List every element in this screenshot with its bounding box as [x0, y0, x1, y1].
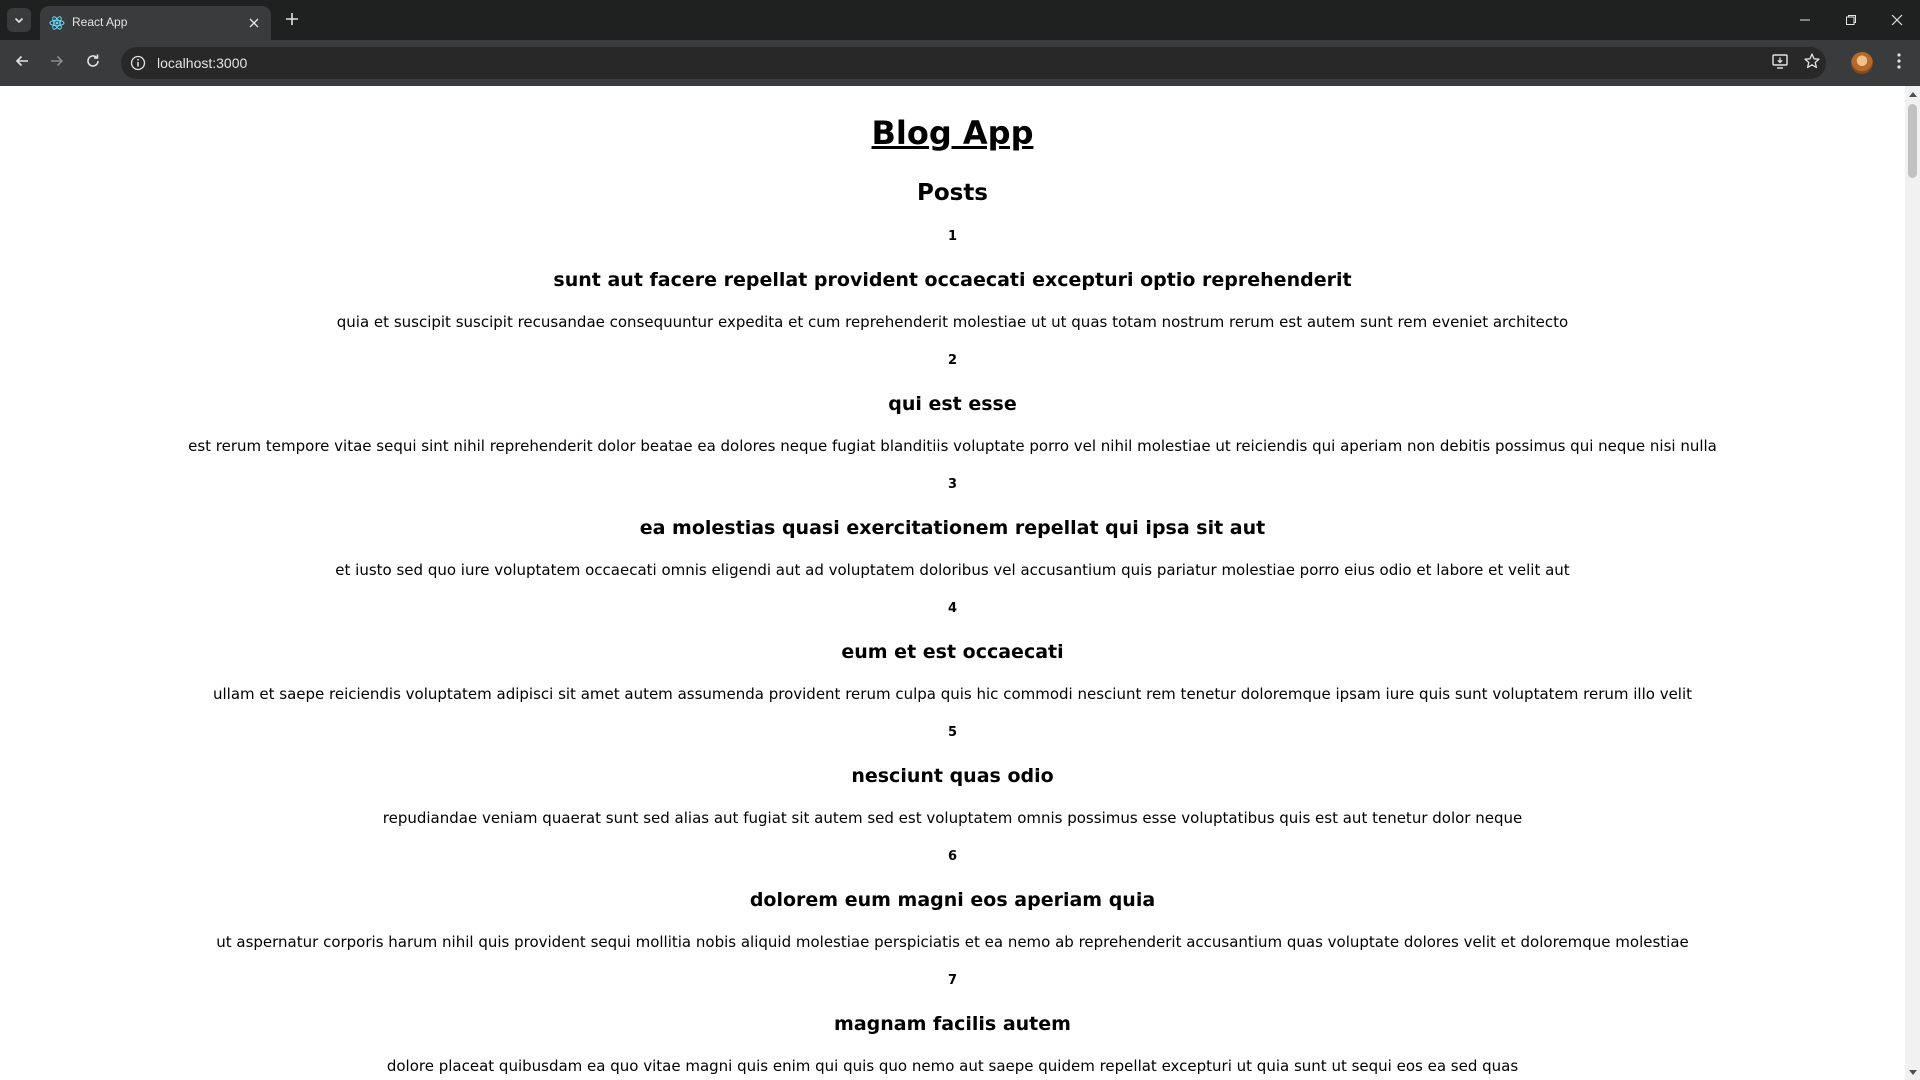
scroll-down-arrow-icon[interactable]: [1905, 1065, 1920, 1080]
reload-button[interactable]: [79, 49, 107, 77]
arrow-left-icon: [14, 53, 30, 73]
star-icon: [1803, 52, 1821, 74]
post-item: 3 ea molestias quasi exercitationem repe…: [0, 476, 1905, 580]
bookmark-button[interactable]: [1798, 49, 1826, 77]
site-info-icon[interactable]: [129, 54, 147, 72]
post-body: est rerum tempore vitae sequi sint nihil…: [188, 437, 1717, 455]
more-vertical-icon: [1896, 52, 1902, 74]
post-body: ut aspernatur corporis harum nihil quis …: [216, 933, 1689, 951]
browser-tab-strip: React App: [0, 0, 1920, 40]
app-title: Blog App: [871, 114, 1034, 152]
post-item: 6 dolorem eum magni eos aperiam quia ut …: [0, 848, 1905, 952]
post-id: 7: [947, 973, 958, 988]
post-id: 5: [947, 725, 958, 740]
post-id: 2: [947, 353, 958, 368]
blog-app-root: Blog App Posts 1 sunt aut facere repella…: [0, 114, 1905, 1076]
page-scrollbar[interactable]: [1905, 86, 1920, 1080]
react-logo-icon: [49, 15, 65, 31]
close-icon: [1891, 11, 1903, 30]
scrollbar-thumb[interactable]: [1908, 104, 1917, 178]
install-app-icon: [1771, 52, 1789, 74]
minimize-window-button[interactable]: [1782, 0, 1828, 40]
back-button[interactable]: [8, 49, 36, 77]
post-title: ea molestias quasi exercitationem repell…: [639, 517, 1266, 539]
post-id: 1: [947, 229, 958, 244]
post-title: nesciunt quas odio: [851, 765, 1054, 787]
page-viewport: Blog App Posts 1 sunt aut facere repella…: [0, 86, 1905, 1080]
restore-window-button[interactable]: [1828, 0, 1874, 40]
tab-search-button[interactable]: [7, 8, 31, 32]
arrow-right-icon: [49, 53, 65, 73]
install-app-button[interactable]: [1766, 49, 1794, 77]
forward-button[interactable]: [43, 49, 71, 77]
chevron-down-icon: [13, 11, 25, 30]
post-title: sunt aut facere repellat provident occae…: [553, 269, 1352, 291]
post-id: 6: [947, 849, 958, 864]
close-tab-icon[interactable]: [245, 14, 263, 32]
url-text[interactable]: localhost:3000: [157, 55, 247, 71]
post-body: et iusto sed quo iure voluptatem occaeca…: [335, 561, 1570, 579]
post-title: dolorem eum magni eos aperiam quia: [749, 889, 1156, 911]
post-body: ullam et saepe reiciendis voluptatem adi…: [212, 685, 1693, 703]
restore-icon: [1845, 11, 1857, 30]
post-title: qui est esse: [888, 393, 1017, 415]
post-title: eum et est occaecati: [841, 641, 1064, 663]
profile-avatar[interactable]: [1851, 52, 1873, 74]
browser-toolbar: localhost:3000: [0, 40, 1920, 86]
reload-icon: [85, 53, 101, 73]
posts-heading: Posts: [916, 180, 989, 206]
post-body: quia et suscipit suscipit recusandae con…: [336, 313, 1569, 331]
minimize-icon: [1799, 11, 1811, 30]
post-item: 7 magnam facilis autem dolore placeat qu…: [0, 972, 1905, 1076]
post-item: 4 eum et est occaecati ullam et saepe re…: [0, 600, 1905, 704]
post-item: 2 qui est esse est rerum tempore vitae s…: [0, 352, 1905, 456]
post-body: dolore placeat quibusdam ea quo vitae ma…: [386, 1057, 1519, 1075]
post-title: magnam facilis autem: [834, 1013, 1071, 1035]
post-id: 4: [947, 601, 958, 616]
browser-tab-active[interactable]: React App: [40, 6, 271, 40]
post-body: repudiandae veniam quaerat sunt sed alia…: [382, 809, 1523, 827]
address-bar[interactable]: localhost:3000: [121, 47, 1826, 79]
post-id: 3: [947, 477, 958, 492]
close-window-button[interactable]: [1874, 0, 1920, 40]
scroll-up-arrow-icon[interactable]: [1905, 86, 1920, 101]
tab-title: React App: [72, 15, 128, 29]
post-item: 5 nesciunt quas odio repudiandae veniam …: [0, 724, 1905, 828]
new-tab-button[interactable]: [280, 8, 304, 32]
plus-icon: [285, 11, 299, 30]
post-item: 1 sunt aut facere repellat provident occ…: [0, 228, 1905, 332]
browser-menu-button[interactable]: [1885, 49, 1913, 77]
